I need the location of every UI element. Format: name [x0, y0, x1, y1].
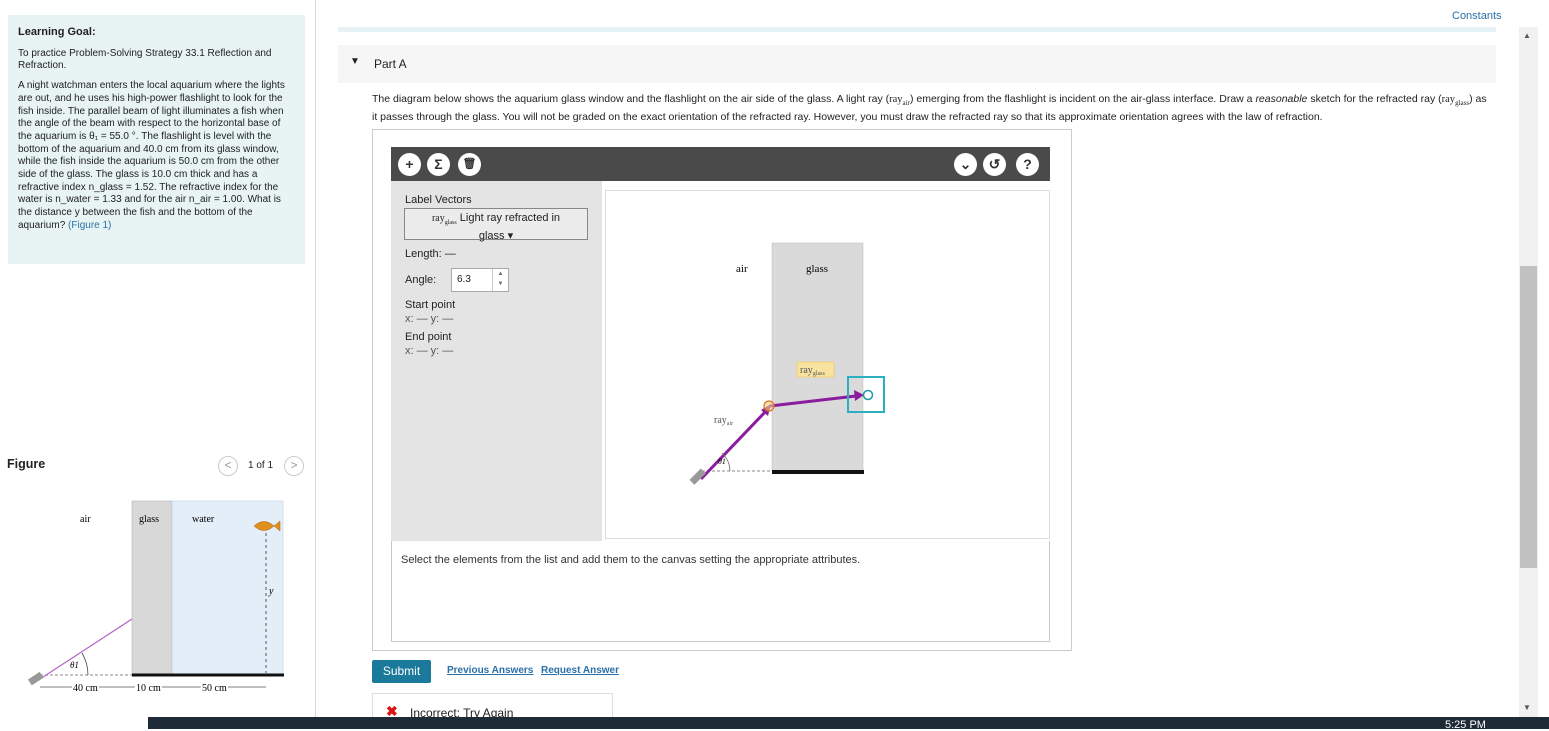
part-a-header[interactable]: ▼ Part A	[338, 45, 1496, 83]
next-figure-button[interactable]: >	[284, 456, 304, 476]
ray-start-handle[interactable]	[763, 400, 775, 412]
y-label: y	[268, 586, 274, 597]
sigma-button[interactable]: Σ	[427, 153, 450, 176]
learning-goal-box: Learning Goal: To practice Problem-Solvi…	[8, 15, 305, 264]
canvas-glass-label: glass	[806, 263, 828, 275]
figure-header: Figure < 1 of 1 >	[7, 455, 307, 477]
problem-text: A night watchman enters the local aquari…	[18, 80, 295, 232]
ray-air-vector	[699, 407, 770, 481]
flashlight-icon	[27, 671, 44, 686]
ray-word: ray	[889, 94, 903, 105]
figure-count: 1 of 1	[248, 460, 274, 471]
vector-drawing-tool: + Σ 🗑 ⌄ ↺ ? Label Vectors rayglass Light…	[372, 129, 1072, 651]
question-emphasis: reasonable	[1255, 93, 1308, 105]
glass-window	[771, 242, 864, 473]
taskbar-dark	[148, 717, 1549, 729]
collapse-triangle-icon[interactable]: ▼	[350, 56, 360, 67]
drawing-canvas[interactable]: air glass rayglass rayair θ1	[605, 190, 1050, 539]
add-button[interactable]: +	[398, 153, 421, 176]
canvas-theta-label: θ1	[718, 457, 726, 466]
feedback-box: ✖ Incorrect; Try Again	[372, 693, 613, 720]
figure-link[interactable]: (Figure 1)	[68, 220, 111, 231]
page-scrollbar[interactable]: ▲ ▼	[1519, 27, 1538, 717]
figure-title: Figure	[7, 457, 46, 471]
selected-ray-word: ray	[431, 213, 445, 224]
scrollbar-thumb[interactable]	[1520, 266, 1537, 568]
vector-label-dropdown[interactable]: rayglass Light ray refracted in glass ▾	[404, 208, 588, 242]
help-button[interactable]: ?	[1016, 153, 1039, 176]
water-label: water	[192, 514, 215, 525]
selected-vector-name: Light ray refracted in	[459, 212, 561, 224]
question-part-1: The diagram below shows the aquarium gla…	[372, 93, 890, 105]
question-part-3: sketch for the refracted ray (	[1310, 93, 1442, 105]
learning-goal-text: To practice Problem-Solving Strategy 33.…	[18, 47, 272, 72]
learning-goal-title: Learning Goal:	[18, 26, 96, 38]
taskbar-clock: 5:25 PM	[1445, 719, 1486, 731]
angle-input[interactable]: 6.3 ▲ ▼	[451, 268, 509, 292]
submit-button[interactable]: Submit	[372, 660, 431, 683]
dim-40cm: 40 cm	[73, 683, 98, 694]
left-panel: Learning Goal: To practice Problem-Solvi…	[0, 0, 316, 717]
scroll-down-icon[interactable]: ▼	[1523, 703, 1531, 712]
chevron-down-button[interactable]: ⌄	[954, 153, 977, 176]
figure-diagram: air glass water y θ1 40 cm 10 cm 50 cm	[27, 500, 284, 696]
previous-answers-link[interactable]: Previous Answers	[447, 665, 533, 676]
angle-value: 6.3	[457, 274, 471, 285]
air-label: air	[80, 514, 91, 525]
end-point-xy: x: — y: —	[405, 345, 454, 357]
dim-50cm: 50 cm	[202, 683, 227, 694]
start-point-xy: x: — y: —	[405, 313, 454, 325]
selected-ray-symbol: rayglass	[431, 213, 457, 226]
ray-air-label: rayair	[714, 415, 733, 427]
glass-label: glass	[139, 514, 159, 525]
canvas-air-label: air	[736, 263, 748, 275]
air-subscript: air	[902, 99, 910, 108]
tool-toolbar: + Σ 🗑 ⌄ ↺ ?	[391, 147, 1050, 181]
end-point-label: End point	[405, 331, 452, 343]
question-text: The diagram below shows the aquarium gla…	[372, 92, 1487, 124]
length-readout: Length: —	[405, 248, 456, 260]
ray-glass-symbol: rayglass	[1441, 94, 1470, 108]
constants-link[interactable]: Constants	[1452, 10, 1502, 22]
angle-spinner[interactable]: ▲ ▼	[492, 269, 508, 291]
reset-button[interactable]: ↺	[983, 153, 1006, 176]
theta-label: θ1	[70, 660, 79, 670]
problem-body: A night watchman enters the local aquari…	[18, 80, 285, 231]
part-a-title: Part A	[374, 57, 407, 71]
scroll-up-icon[interactable]: ▲	[1523, 31, 1531, 40]
ray-word-2: ray	[1441, 94, 1456, 105]
instructions-area: Select the elements from the list and ad…	[391, 541, 1050, 642]
delete-button[interactable]: 🗑	[458, 153, 481, 176]
ray-end-handle[interactable]	[862, 389, 874, 401]
ray-air-symbol: rayair	[889, 94, 910, 108]
properties-palette: Label Vectors rayglass Light ray refract…	[391, 181, 602, 541]
glass-slab	[131, 500, 173, 676]
instructions-text: Select the elements from the list and ad…	[401, 554, 861, 566]
angle-label: Angle:	[405, 274, 437, 286]
prev-figure-button[interactable]: <	[218, 456, 238, 476]
top-accent-bar	[338, 27, 1496, 32]
dim-10cm: 10 cm	[136, 683, 161, 694]
light-beam	[39, 618, 133, 680]
os-taskbar: 5:25 PM	[0, 717, 1549, 731]
glass-subscript: glass	[1455, 99, 1470, 108]
start-point-label: Start point	[405, 299, 456, 311]
request-answer-link[interactable]: Request Answer	[541, 665, 619, 676]
canvas-svg[interactable]: air glass rayglass rayair θ1	[606, 191, 1051, 540]
label-vectors-heading: Label Vectors	[405, 194, 472, 206]
selected-ray-sub: glass	[444, 220, 457, 226]
angle-arc	[81, 652, 89, 676]
question-part-2: ) emerging from the flashlight is incide…	[909, 93, 1253, 105]
selected-vector-name-2: glass ▾	[478, 230, 514, 242]
